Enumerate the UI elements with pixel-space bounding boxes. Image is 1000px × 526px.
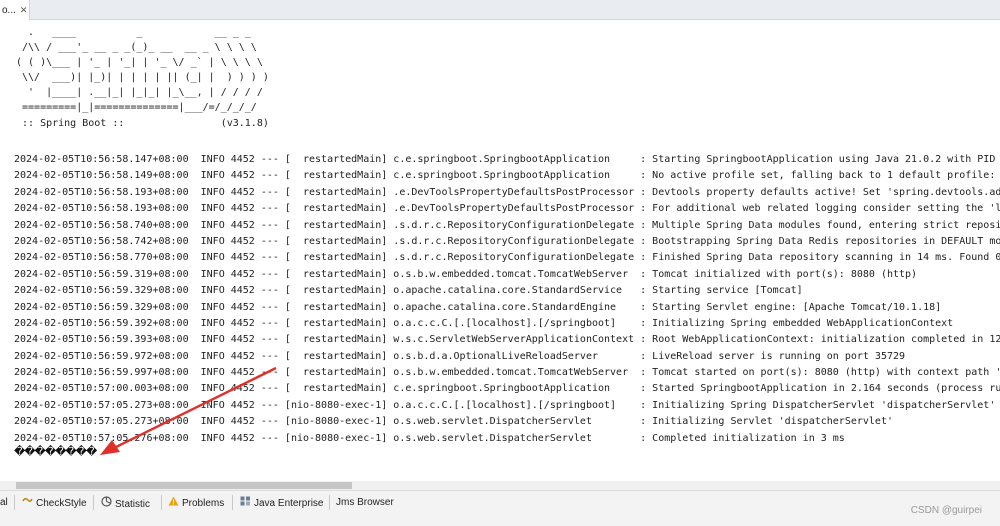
watermark: CSDN @guirpei bbox=[910, 505, 982, 516]
console-tab-label: o... bbox=[2, 5, 16, 16]
log-line: 2024-02-05T10:57:05.273+08:00 INFO 4452 … bbox=[14, 416, 893, 428]
log-line: 2024-02-05T10:56:58.740+08:00 INFO 4452 … bbox=[14, 219, 1000, 231]
divider bbox=[93, 495, 94, 510]
spring-boot-banner: . ____ _ __ _ _ /\\ / ___'_ __ _ _(_)_ _… bbox=[16, 25, 269, 131]
divider bbox=[232, 495, 233, 510]
banner-line: . ____ _ __ _ _ bbox=[16, 27, 251, 38]
checkstyle-icon bbox=[22, 496, 33, 510]
divider bbox=[161, 495, 162, 510]
log-line: 2024-02-05T10:56:59.997+08:00 INFO 4452 … bbox=[14, 367, 1000, 379]
log-lines: 2024-02-05T10:56:58.147+08:00 INFO 4452 … bbox=[14, 152, 1000, 447]
banner-line: \\/ ___)| |_)| | | | | || (_| | ) ) ) ) bbox=[16, 72, 269, 84]
editor-tab-bar: o... ✕ bbox=[0, 0, 1000, 20]
log-line: 2024-02-05T10:57:05.276+08:00 INFO 4452 … bbox=[14, 432, 845, 444]
tool-tab-java-enterprise-label: Java Enterprise bbox=[254, 498, 324, 509]
garbled-output-line: �������� bbox=[14, 445, 97, 458]
divider bbox=[14, 495, 15, 510]
console-tab[interactable]: o... ✕ bbox=[0, 0, 30, 20]
banner-line: /\\ / ___'_ __ _ _(_)_ __ __ _ \ \ \ \ bbox=[16, 42, 257, 54]
tool-tab-checkstyle[interactable]: CheckStyle bbox=[22, 496, 87, 510]
tool-tab-partial[interactable]: al bbox=[0, 496, 8, 510]
statistic-icon bbox=[101, 496, 112, 511]
log-line: 2024-02-05T10:56:59.329+08:00 INFO 4452 … bbox=[14, 285, 803, 297]
log-line: 2024-02-05T10:56:58.149+08:00 INFO 4452 … bbox=[14, 170, 1000, 182]
banner-line: ' |____| .__|_| |_|_| |_\__, | / / / / bbox=[16, 87, 263, 99]
log-line: 2024-02-05T10:56:59.972+08:00 INFO 4452 … bbox=[14, 350, 906, 362]
tool-tab-java-enterprise[interactable]: Java Enterprise bbox=[240, 496, 323, 510]
log-line: 2024-02-05T10:56:58.147+08:00 INFO 4452 … bbox=[14, 154, 1000, 165]
log-line: 2024-02-05T10:57:00.003+08:00 INFO 4452 … bbox=[14, 383, 1000, 395]
divider bbox=[329, 495, 330, 510]
java-enterprise-icon bbox=[240, 496, 251, 510]
tool-tab-jms-browser-label: Jms Browser bbox=[336, 497, 394, 508]
log-line: 2024-02-05T10:57:05.273+08:00 INFO 4452 … bbox=[14, 399, 996, 411]
banner-line: =========|_|==============|___/=/_/_/_/ bbox=[16, 102, 257, 114]
log-line: 2024-02-05T10:56:58.770+08:00 INFO 4452 … bbox=[14, 252, 1000, 264]
horizontal-scrollbar[interactable] bbox=[0, 481, 1000, 490]
tool-tab-statistic[interactable]: Statistic bbox=[101, 496, 150, 510]
log-line: 2024-02-05T10:56:59.392+08:00 INFO 4452 … bbox=[14, 317, 954, 329]
tool-tab-problems[interactable]: Problems bbox=[168, 496, 224, 510]
tool-tab-checkstyle-label: CheckStyle bbox=[36, 498, 87, 509]
tool-tab-jms-browser[interactable]: Jms Browser bbox=[336, 496, 394, 510]
tool-tab-partial-label: al bbox=[0, 497, 8, 508]
warning-icon bbox=[168, 496, 179, 510]
log-line: 2024-02-05T10:56:58.742+08:00 INFO 4452 … bbox=[14, 235, 1000, 247]
log-line: 2024-02-05T10:56:59.319+08:00 INFO 4452 … bbox=[14, 268, 918, 280]
console-output[interactable]: . ____ _ __ _ _ /\\ / ___'_ __ _ _(_)_ _… bbox=[0, 21, 1000, 480]
scrollbar-thumb[interactable] bbox=[16, 482, 352, 489]
log-line: 2024-02-05T10:56:59.329+08:00 INFO 4452 … bbox=[14, 301, 942, 313]
log-line: 2024-02-05T10:56:58.193+08:00 INFO 4452 … bbox=[14, 186, 1000, 198]
bottom-tool-window-bar: al CheckStyle Statistic Problems Java En… bbox=[0, 490, 1000, 526]
log-line: 2024-02-05T10:56:58.193+08:00 INFO 4452 … bbox=[14, 203, 1000, 215]
close-icon[interactable]: ✕ bbox=[20, 5, 28, 15]
tool-tab-statistic-label: Statistic bbox=[115, 499, 151, 510]
banner-version-line: :: Spring Boot :: (v3.1.8) bbox=[16, 117, 269, 129]
log-line: 2024-02-05T10:56:59.393+08:00 INFO 4452 … bbox=[14, 334, 1000, 346]
banner-line: ( ( )\___ | '_ | '_| | '_ \/ _` | \ \ \ … bbox=[16, 57, 263, 69]
tool-tab-problems-label: Problems bbox=[182, 498, 225, 509]
